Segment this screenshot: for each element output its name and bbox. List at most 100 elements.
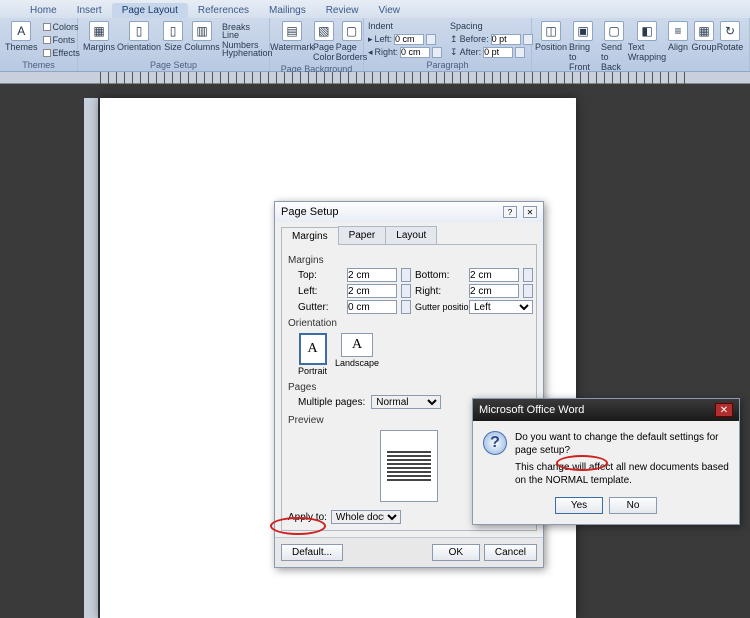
confirm-line2: This change will affect all new document… — [515, 461, 729, 487]
paragraph-group-label: Paragraph — [368, 59, 527, 71]
tab-insert[interactable]: Insert — [67, 3, 112, 18]
apply-to-label: Apply to: — [288, 512, 327, 523]
pages-section-label: Pages — [288, 382, 530, 393]
spacing-header: Spacing — [450, 20, 533, 32]
indent-header: Indent — [368, 20, 442, 32]
orientation-icon: ▯ — [129, 21, 149, 41]
gutter-pos-select[interactable]: Left — [469, 300, 533, 314]
spacing-after-input[interactable] — [483, 47, 513, 58]
confirm-close-icon[interactable]: ✕ — [715, 403, 733, 417]
themes-label: Themes — [5, 42, 38, 52]
ribbon-group-paragraph: Indent ▸Left: ◂Right: Spacing ↥Before: ↧… — [364, 18, 532, 71]
group-icon: ▦ — [694, 21, 714, 41]
indent-left-spin[interactable] — [426, 34, 436, 45]
indent-left-icon: ▸ — [368, 34, 373, 45]
group-button[interactable]: ▦Group — [692, 20, 716, 53]
confirm-titlebar[interactable]: Microsoft Office Word ✕ — [473, 399, 739, 421]
spacing-before-input[interactable] — [491, 34, 521, 45]
indent-right-spin[interactable] — [432, 47, 442, 58]
ribbon-group-page-background: ▤Watermark ▧Page Color ▢Page Borders Pag… — [270, 18, 364, 71]
multiple-pages-select[interactable]: Normal — [371, 395, 441, 409]
margins-icon: ▦ — [89, 21, 109, 41]
page-borders-icon: ▢ — [342, 21, 362, 41]
tab-margins[interactable]: Margins — [281, 227, 339, 245]
indent-left-input[interactable] — [394, 34, 424, 45]
tab-paper[interactable]: Paper — [338, 226, 387, 244]
tab-layout[interactable]: Layout — [385, 226, 437, 244]
tab-home[interactable]: Home — [20, 3, 67, 18]
ribbon-tabs: Home Insert Page Layout References Maili… — [0, 0, 750, 18]
margins-grid: Top: Bottom: Left: Right: Gutter: Gutter… — [288, 268, 530, 314]
landscape-option[interactable]: A Landscape — [335, 333, 379, 376]
orientation-section-label: Orientation — [288, 318, 530, 329]
preview-thumbnail — [380, 430, 438, 502]
confirm-dialog: Microsoft Office Word ✕ ? Do you want to… — [472, 398, 740, 525]
vertical-ruler — [84, 98, 98, 618]
question-icon: ? — [483, 431, 507, 455]
tab-references[interactable]: References — [188, 3, 259, 18]
align-icon: ≡ — [668, 21, 688, 41]
colors-icon — [43, 23, 51, 31]
text-wrap-icon: ◧ — [637, 21, 657, 41]
line-numbers-button[interactable]: Line Numbers — [220, 33, 275, 46]
portrait-option[interactable]: A Portrait — [298, 333, 327, 376]
page-color-button[interactable]: ▧Page Color — [312, 20, 336, 63]
send-back-button[interactable]: ▢Send to Back — [600, 20, 628, 73]
gutter-input[interactable] — [347, 300, 397, 314]
yes-button[interactable]: Yes — [555, 497, 603, 514]
help-icon[interactable]: ? — [503, 206, 517, 218]
columns-icon: ▥ — [192, 21, 212, 41]
left-input[interactable] — [347, 284, 397, 298]
top-spin[interactable] — [401, 268, 411, 282]
align-button[interactable]: ≡Align — [666, 20, 690, 53]
cancel-button[interactable]: Cancel — [484, 544, 537, 561]
size-button[interactable]: ▯Size — [162, 20, 184, 53]
size-icon: ▯ — [163, 21, 183, 41]
default-button[interactable]: Default... — [281, 544, 343, 561]
left-label: Left: — [298, 286, 343, 297]
themes-options: Colors Fonts Effects — [41, 20, 82, 59]
bring-front-icon: ▣ — [573, 21, 593, 41]
spacing-after-icon: ↧ — [450, 47, 458, 58]
page-setup-titlebar[interactable]: Page Setup ? ✕ — [275, 202, 543, 222]
bottom-label: Bottom: — [415, 270, 465, 281]
top-label: Top: — [298, 270, 343, 281]
bottom-input[interactable] — [469, 268, 519, 282]
tab-page-layout[interactable]: Page Layout — [112, 3, 188, 18]
colors-button[interactable]: Colors — [41, 20, 82, 33]
left-spin[interactable] — [401, 284, 411, 298]
orientation-button[interactable]: ▯Orientation — [118, 20, 160, 53]
effects-button[interactable]: Effects — [41, 46, 82, 59]
right-input[interactable] — [469, 284, 519, 298]
position-button[interactable]: ◫Position — [536, 20, 566, 53]
fonts-button[interactable]: Fonts — [41, 33, 82, 46]
landscape-icon: A — [341, 333, 373, 357]
spacing-after-spin[interactable] — [515, 47, 525, 58]
bottom-spin[interactable] — [523, 268, 533, 282]
themes-button[interactable]: A Themes — [4, 20, 39, 53]
indent-block: Indent ▸Left: ◂Right: — [368, 20, 442, 58]
watermark-button[interactable]: ▤Watermark — [274, 20, 310, 53]
indent-right-input[interactable] — [400, 47, 430, 58]
bring-front-button[interactable]: ▣Bring to Front — [568, 20, 598, 73]
margins-button[interactable]: ▦Margins — [82, 20, 116, 53]
hyphenation-button[interactable]: Hyphenation — [220, 46, 275, 59]
watermark-icon: ▤ — [282, 21, 302, 41]
text-wrap-button[interactable]: ◧Text Wrapping — [630, 20, 664, 63]
tab-view[interactable]: View — [369, 3, 411, 18]
tab-review[interactable]: Review — [316, 3, 369, 18]
ok-button[interactable]: OK — [432, 544, 480, 561]
tab-mailings[interactable]: Mailings — [259, 3, 316, 18]
themes-group-label: Themes — [4, 59, 73, 71]
page-borders-button[interactable]: ▢Page Borders — [338, 20, 366, 63]
ribbon-group-themes: A Themes Colors Fonts Effects Themes — [0, 18, 78, 71]
top-input[interactable] — [347, 268, 397, 282]
close-icon[interactable]: ✕ — [523, 206, 537, 218]
rotate-button[interactable]: ↻Rotate — [718, 20, 742, 53]
gutter-spin[interactable] — [401, 300, 411, 314]
right-spin[interactable] — [523, 284, 533, 298]
no-button[interactable]: No — [609, 497, 657, 514]
apply-to-select[interactable]: Whole document — [331, 510, 401, 524]
columns-button[interactable]: ▥Columns — [186, 20, 218, 53]
page-setup-extras: Breaks Line Numbers Hyphenation — [220, 20, 275, 59]
